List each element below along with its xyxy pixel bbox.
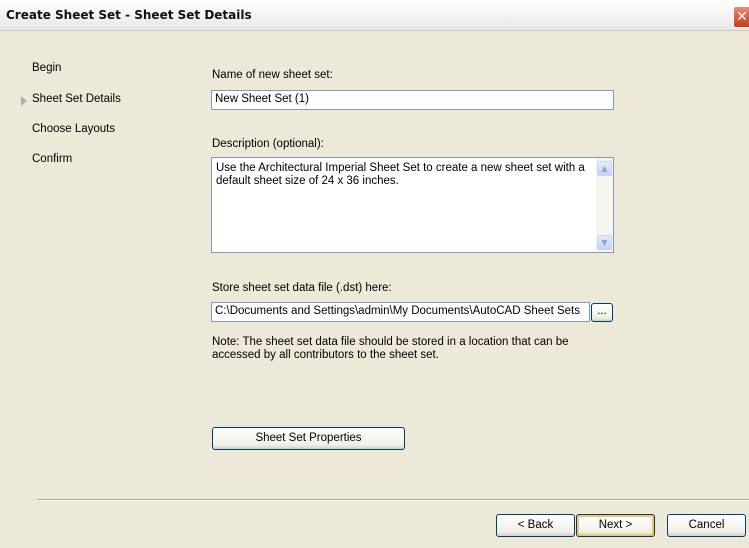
store-location-value: C:\Documents and Settings\admin\My Docum… (215, 305, 580, 317)
close-button[interactable]: ✕ (733, 6, 749, 28)
scroll-down-icon[interactable]: ▼ (597, 235, 612, 250)
step-sheet-set-details: Sheet Set Details (32, 93, 121, 105)
store-location-label: Store sheet set data file (.dst) here: (212, 282, 392, 294)
description-scrollbar[interactable]: ▲ ▼ (596, 158, 613, 252)
browse-button[interactable]: ... (591, 303, 613, 322)
window-title: Create Sheet Set - Sheet Set Details (6, 8, 252, 22)
step-begin: Begin (32, 62, 62, 74)
current-step-arrow-icon (21, 96, 27, 106)
step-confirm: Confirm (32, 153, 73, 165)
store-location-input[interactable]: C:\Documents and Settings\admin\My Docum… (211, 302, 590, 322)
scroll-up-icon[interactable]: ▲ (597, 161, 612, 176)
step-choose-layouts: Choose Layouts (32, 123, 116, 135)
sheet-set-name-input[interactable]: New Sheet Set (1) (211, 90, 614, 110)
back-button[interactable]: < Back (496, 514, 575, 537)
close-icon: ✕ (736, 9, 748, 25)
description-textarea[interactable]: Use the Architectural Imperial Sheet Set… (211, 157, 614, 253)
footer-divider (37, 499, 749, 501)
sheet-set-name-value: New Sheet Set (1) (215, 93, 309, 105)
cancel-button[interactable]: Cancel (667, 514, 746, 537)
name-label: Name of new sheet set: (212, 69, 333, 81)
description-label: Description (optional): (212, 138, 324, 150)
storage-note: Note: The sheet set data file should be … (212, 336, 569, 361)
description-value: Use the Architectural Imperial Sheet Set… (216, 162, 585, 187)
sheet-set-properties-button[interactable]: Sheet Set Properties (212, 427, 405, 450)
next-button[interactable]: Next > (576, 514, 655, 537)
title-bar: Create Sheet Set - Sheet Set Details ✕ (0, 0, 749, 31)
